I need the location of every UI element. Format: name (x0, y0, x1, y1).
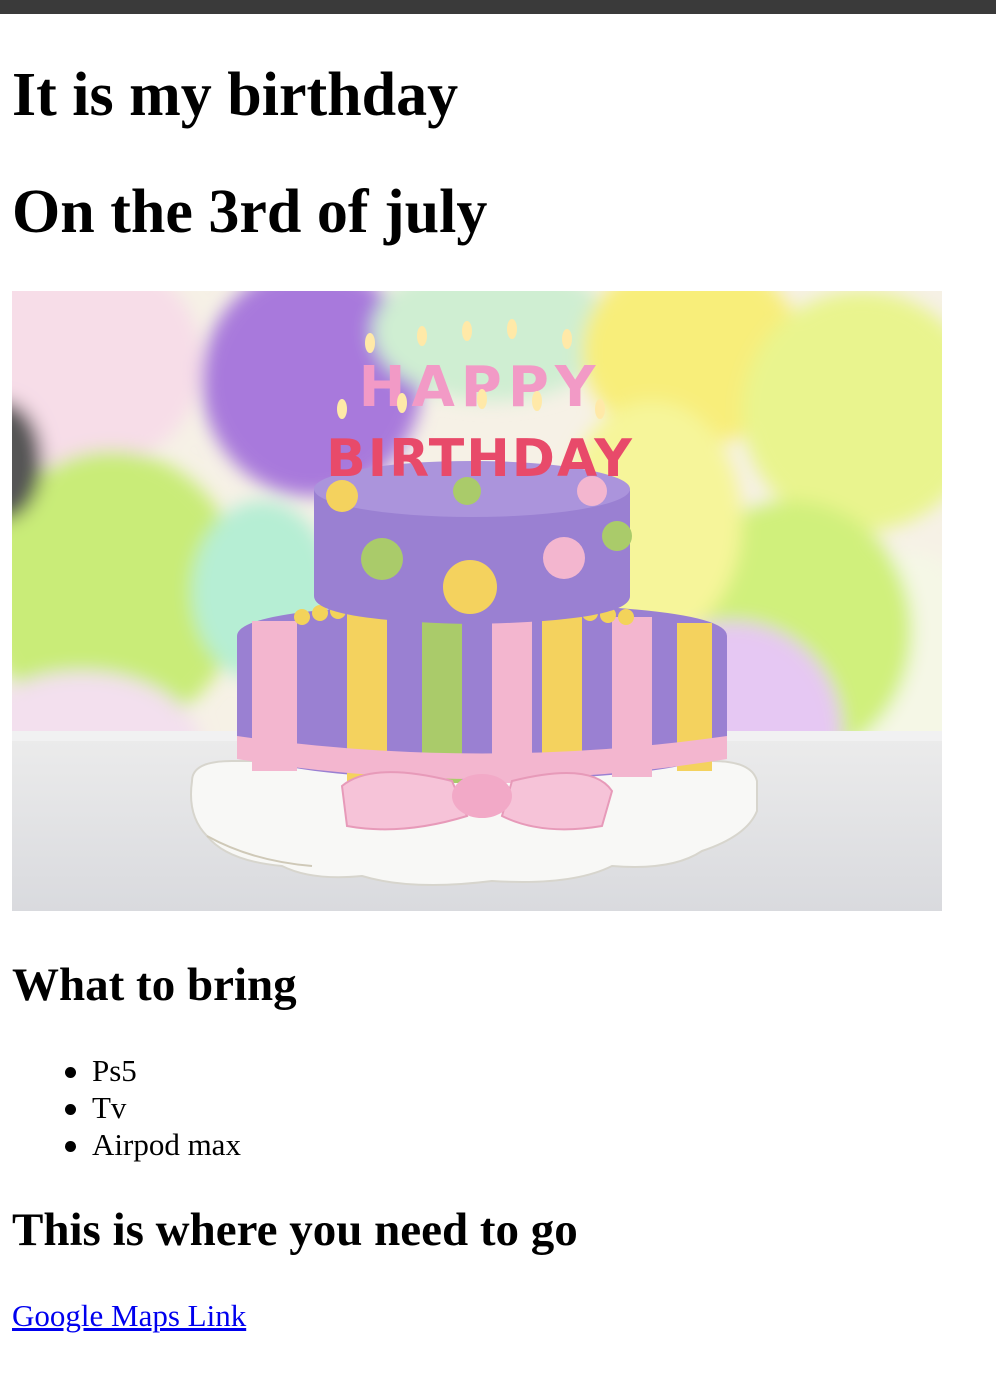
bring-heading: What to bring (12, 959, 297, 1011)
list-item: Ps5 (65, 1052, 241, 1089)
date-heading: On the 3rd of july (12, 178, 488, 246)
bring-list: Ps5 Tv Airpod max (65, 1052, 241, 1163)
birthday-cake-image: HAPPY BIRTHDAY (12, 291, 942, 911)
candle-text-happy: HAPPY (359, 355, 602, 420)
page-title: It is my birthday (12, 61, 459, 129)
top-bar (0, 0, 996, 14)
list-item: Tv (65, 1089, 241, 1126)
list-item: Airpod max (65, 1127, 241, 1162)
google-maps-link[interactable]: Google Maps Link (12, 1300, 246, 1331)
location-heading: This is where you need to go (12, 1204, 578, 1256)
candle-text-birthday: BIRTHDAY (326, 429, 634, 489)
